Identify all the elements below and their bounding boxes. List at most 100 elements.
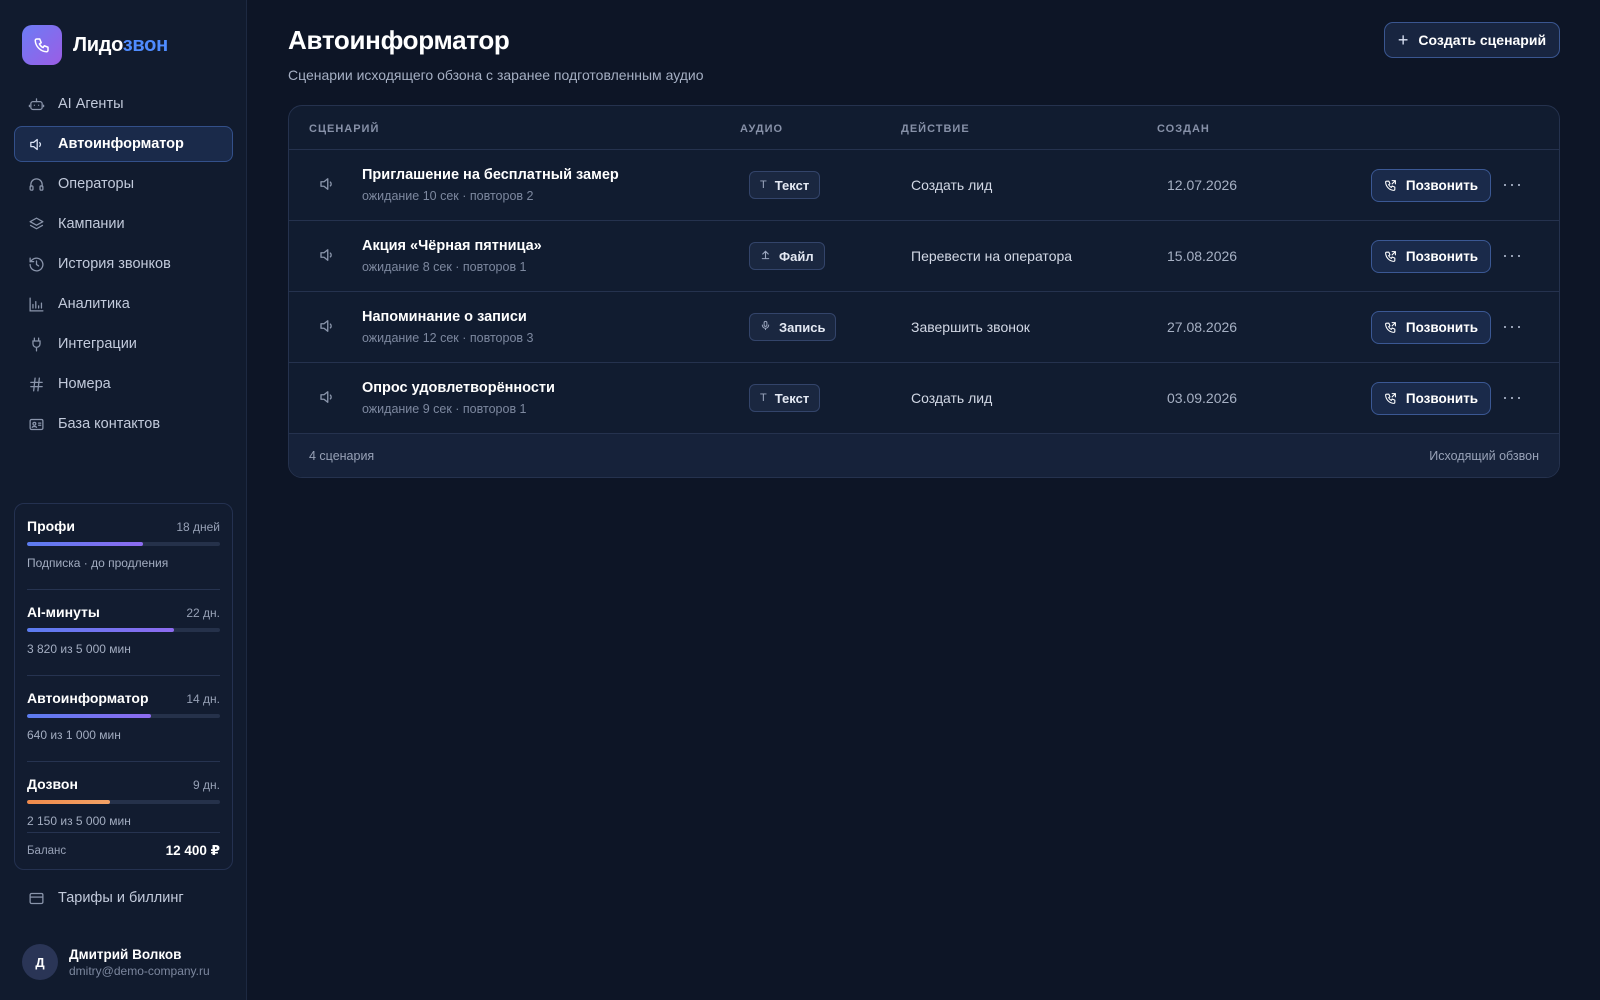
usage-sub: 2 150 из 5 000 мин (27, 814, 131, 828)
sidebar-item-label: База контактов (58, 416, 161, 432)
scenario-created: 27.08.2026 (1167, 319, 1238, 335)
footer-caption: Исходящий обзвон (1429, 449, 1539, 463)
audio-type-label: Файл (779, 248, 814, 264)
table-header: СЦЕНАРИЙ АУДИО ДЕЙСТВИЕ СОЗДАН (289, 106, 1559, 150)
scenario-title: Акция «Чёрная пятница» (362, 238, 542, 254)
call-button-label: Позвонить (1405, 391, 1479, 406)
sidebar-item-numbers[interactable]: Номера (14, 366, 233, 402)
sidebar-item-integrations[interactable]: Интеграции (14, 326, 233, 362)
headset-icon (27, 175, 45, 193)
usage-name: AI-минуты (27, 604, 100, 620)
robot-icon (27, 95, 45, 113)
scenario-meta: ожидание 9 сек · повторов 1 (362, 402, 527, 416)
usage-plan: Профи 18 дней Подписка · до продления (27, 504, 220, 590)
audio-type-label: Текст (774, 390, 810, 406)
balance-row: Баланс 12 400 ₽ (27, 832, 220, 859)
usage-ai-minutes: AI-минуты 22 дн. 3 820 из 5 000 мин (27, 590, 220, 676)
usage-days: 14 дн. (186, 692, 220, 706)
scenario-created: 15.08.2026 (1167, 248, 1238, 264)
sidebar-item-autoinformer[interactable]: Автоинформатор (14, 126, 233, 162)
usage-progress-fill (27, 628, 175, 632)
speaker-icon (318, 388, 336, 411)
text-icon: T (760, 392, 767, 404)
scenarios-table: СЦЕНАРИЙ АУДИО ДЕЙСТВИЕ СОЗДАН Приглашен… (288, 105, 1560, 478)
sidebar-item-label: Тарифы и биллинг (58, 890, 184, 906)
brand-name-part1: Лидо (73, 33, 123, 56)
chart-icon (27, 295, 45, 313)
call-button[interactable]: Позвонить (1371, 240, 1491, 273)
sidebar-item-label: Интеграции (58, 336, 137, 352)
scenario-created: 12.07.2026 (1167, 177, 1238, 193)
table-row[interactable]: Напоминание о записи ожидание 12 сек · п… (289, 292, 1559, 363)
phone-call-icon (1384, 250, 1397, 263)
table-row[interactable]: Приглашение на бесплатный замер ожидание… (289, 150, 1559, 221)
sidebar-item-operators[interactable]: Операторы (14, 166, 233, 202)
more-options-icon[interactable]: ··· (1502, 245, 1523, 266)
usage-progress-bar (27, 628, 220, 632)
usage-panel: Профи 18 дней Подписка · до продления AI… (14, 503, 233, 870)
call-button-label: Позвонить (1405, 320, 1479, 335)
call-button[interactable]: Позвонить (1371, 382, 1491, 415)
page-subtitle: Сценарии исходящего обзона с заранее под… (288, 67, 704, 83)
balance-label: Баланс (27, 845, 67, 857)
usage-progress-bar (27, 542, 220, 546)
scenario-title: Опрос удовлетворённости (362, 380, 555, 396)
hash-icon (27, 375, 45, 393)
call-button[interactable]: Позвонить (1371, 169, 1491, 202)
audio-type-chip: T Текст (749, 171, 821, 199)
audio-type-chip: T Текст (749, 384, 821, 412)
avatar: Д (22, 944, 58, 980)
sidebar-item-label: Кампании (58, 216, 125, 232)
column-header-action[interactable]: ДЕЙСТВИЕ (901, 123, 970, 135)
scenario-meta: ожидание 12 сек · повторов 3 (362, 331, 534, 345)
more-options-icon[interactable]: ··· (1502, 174, 1523, 195)
sidebar-item-call-history[interactable]: История звонков (14, 246, 233, 282)
contact-card-icon (27, 415, 45, 433)
more-options-icon[interactable]: ··· (1502, 387, 1523, 408)
sidebar-item-label: AI Агенты (58, 96, 124, 112)
billing-nav: Тарифы и биллинг (14, 880, 233, 920)
audio-type-chip: Файл (749, 242, 825, 270)
credit-card-icon (27, 889, 45, 907)
speaker-icon (27, 135, 45, 153)
usage-days: 9 дн. (193, 778, 220, 792)
column-header-audio[interactable]: АУДИО (740, 123, 783, 135)
column-header-created[interactable]: СОЗДАН (1157, 123, 1210, 135)
usage-progress-bar (27, 800, 220, 804)
sidebar-item-analytics[interactable]: Аналитика (14, 286, 233, 322)
sidebar-item-billing[interactable]: Тарифы и биллинг (14, 880, 233, 916)
user-name: Дмитрий Волков (69, 946, 182, 962)
usage-progress-bar (27, 714, 220, 718)
column-header-scenario[interactable]: СЦЕНАРИЙ (309, 123, 379, 135)
scenario-meta: ожидание 8 сек · повторов 1 (362, 260, 527, 274)
phone-call-icon (1384, 392, 1397, 405)
scenario-action: Создать лид (911, 390, 993, 406)
sidebar-item-campaigns[interactable]: Кампании (14, 206, 233, 242)
create-scenario-label: Создать сценарий (1418, 32, 1547, 48)
brand-logo[interactable]: Лидозвон (22, 25, 168, 65)
more-options-icon[interactable]: ··· (1502, 316, 1523, 337)
speaker-icon (318, 246, 336, 269)
usage-sub: Подписка · до продления (27, 556, 169, 570)
sidebar-item-label: История звонков (58, 256, 171, 272)
sidebar-item-ai-agents[interactable]: AI Агенты (14, 86, 233, 122)
plug-icon (27, 335, 45, 353)
call-button[interactable]: Позвонить (1371, 311, 1491, 344)
usage-sub: 640 из 1 000 мин (27, 728, 121, 742)
table-row[interactable]: Акция «Чёрная пятница» ожидание 8 сек · … (289, 221, 1559, 292)
history-icon (27, 255, 45, 273)
user-profile[interactable]: Д Дмитрий Волков dmitry@demo-company.ru (22, 944, 210, 980)
usage-name: Автоинформатор (27, 690, 149, 706)
scenario-meta: ожидание 10 сек · повторов 2 (362, 189, 534, 203)
upload-icon (760, 249, 771, 263)
plus-icon: + (1397, 29, 1409, 50)
table-row[interactable]: Опрос удовлетворённости ожидание 9 сек ·… (289, 363, 1559, 434)
brand-name: Лидозвон (73, 34, 168, 57)
user-info: Дмитрий Волков dmitry@demo-company.ru (69, 947, 210, 978)
speaker-icon (318, 317, 336, 340)
create-scenario-button[interactable]: + Создать сценарий (1384, 22, 1560, 58)
usage-progress-fill (27, 714, 151, 718)
scenario-title: Приглашение на бесплатный замер (362, 167, 619, 183)
sidebar-item-contacts[interactable]: База контактов (14, 406, 233, 442)
sidebar-item-label: Автоинформатор (58, 136, 184, 152)
